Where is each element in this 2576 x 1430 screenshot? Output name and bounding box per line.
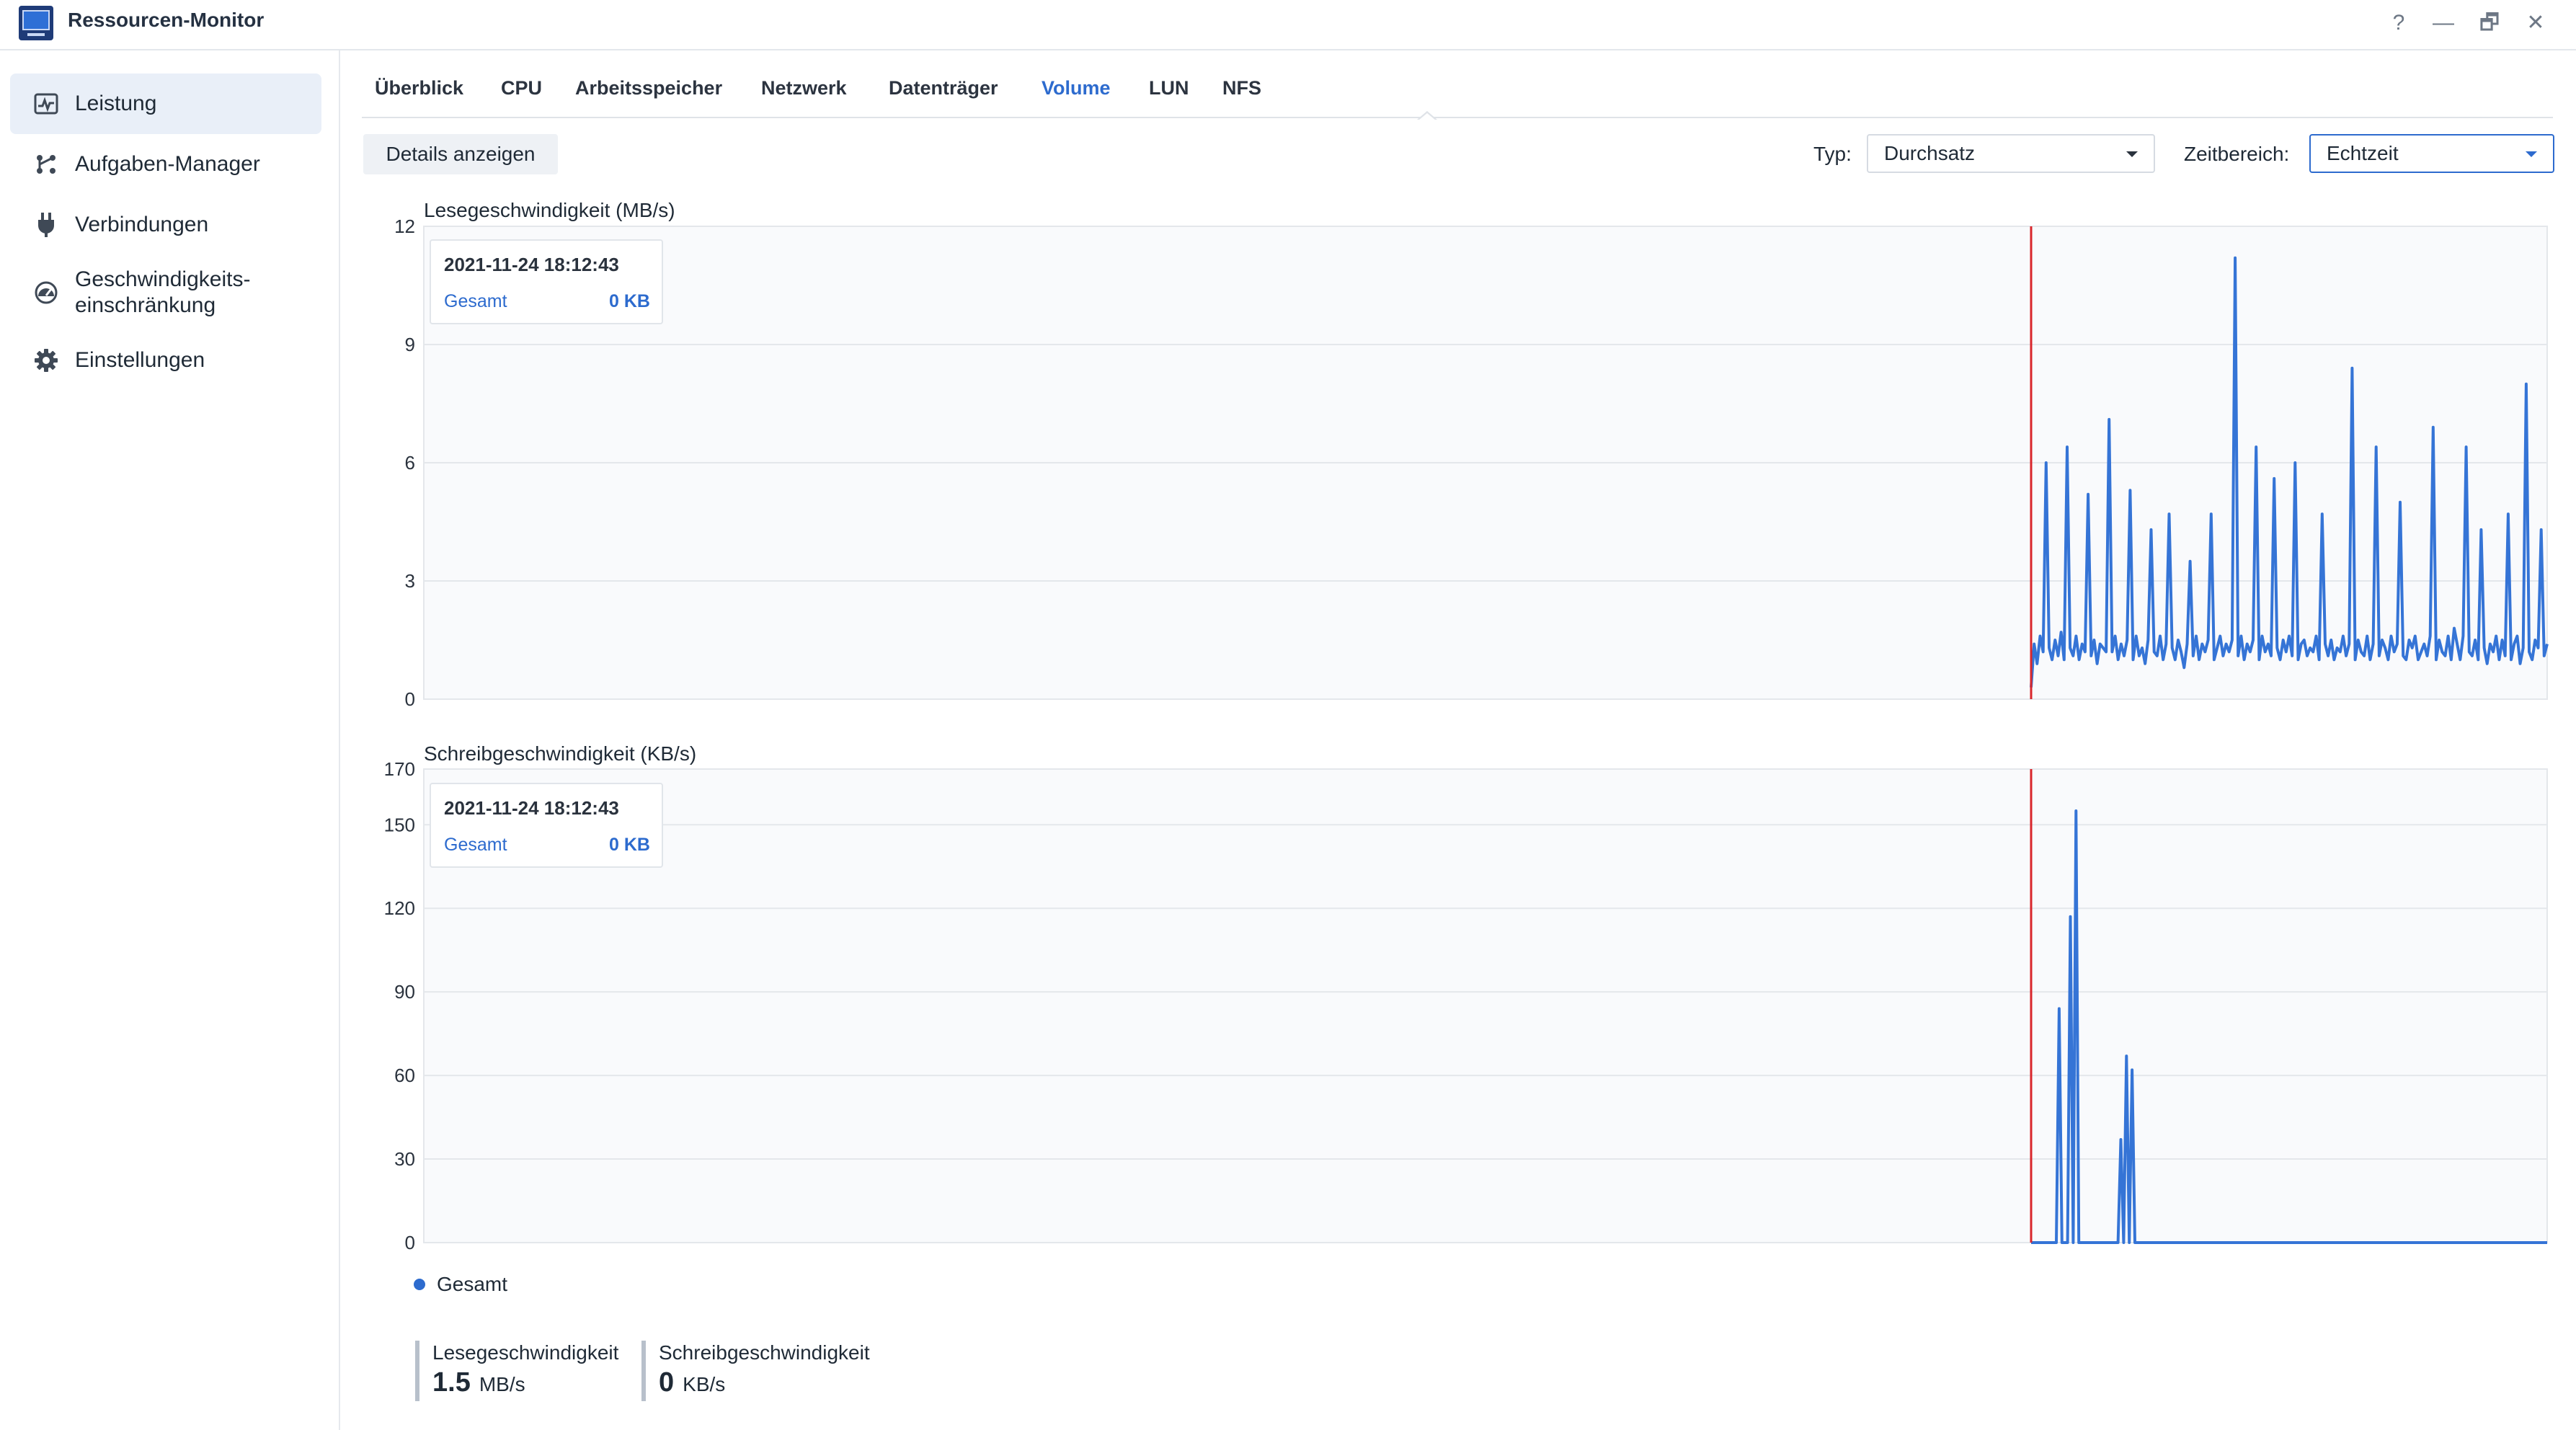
read-speed-unit: MB/s: [479, 1373, 525, 1395]
y-tick-label: 6: [405, 452, 415, 474]
y-tick-label: 170: [384, 758, 415, 780]
charts-canvas: 0369120306090120150170: [384, 216, 2549, 1253]
y-tick-label: 9: [405, 334, 415, 355]
legend-dot: [414, 1279, 425, 1290]
write-chart-tooltip: 2021-11-24 18:12:43 Gesamt 0 KB: [430, 783, 663, 868]
y-tick-label: 60: [394, 1065, 415, 1086]
y-tick-label: 0: [405, 1232, 415, 1253]
y-tick-label: 150: [384, 814, 415, 835]
read-speed-summary: Lesegeschwindigkeit 1.5 MB/s: [415, 1341, 618, 1401]
legend-label: Gesamt: [437, 1273, 508, 1295]
read-speed-label: Lesegeschwindigkeit: [432, 1341, 619, 1364]
write-speed-summary: Schreibgeschwindigkeit 0 KB/s: [641, 1341, 870, 1401]
tooltip-time: 2021-11-24 18:12:43: [444, 797, 619, 819]
write-speed-label: Schreibgeschwindigkeit: [659, 1341, 870, 1364]
tooltip-value: 0 KB: [609, 835, 650, 855]
tooltip-series: Gesamt: [444, 291, 507, 311]
tooltip-series: Gesamt: [444, 835, 507, 855]
tooltip-value: 0 KB: [609, 291, 650, 311]
y-tick-label: 3: [405, 570, 415, 592]
write-speed-value: 0: [659, 1367, 675, 1398]
y-tick-label: 30: [394, 1148, 415, 1170]
read-chart-tooltip: 2021-11-24 18:12:43 Gesamt 0 KB: [430, 239, 663, 324]
y-tick-label: 120: [384, 897, 415, 919]
read-speed-value: 1.5: [432, 1367, 471, 1398]
y-tick-label: 0: [405, 688, 415, 710]
write-speed-unit: KB/s: [683, 1373, 726, 1395]
y-tick-label: 12: [394, 216, 415, 237]
plot-area: [423, 768, 2548, 1243]
tooltip-time: 2021-11-24 18:12:43: [444, 254, 619, 275]
y-tick-label: 90: [394, 981, 415, 1003]
chart-legend[interactable]: Gesamt: [414, 1273, 507, 1296]
